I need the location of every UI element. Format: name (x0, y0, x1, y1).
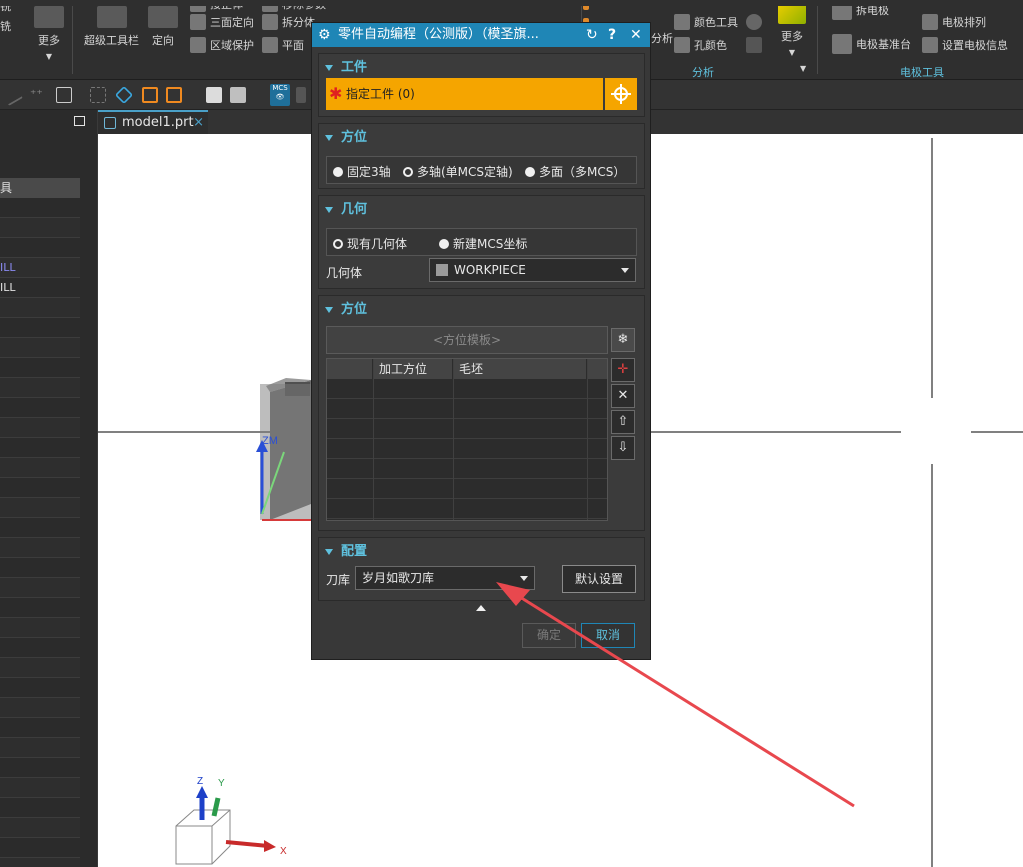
annotation-arrow-layer (496, 582, 855, 808)
annotation-arrow (496, 582, 855, 808)
